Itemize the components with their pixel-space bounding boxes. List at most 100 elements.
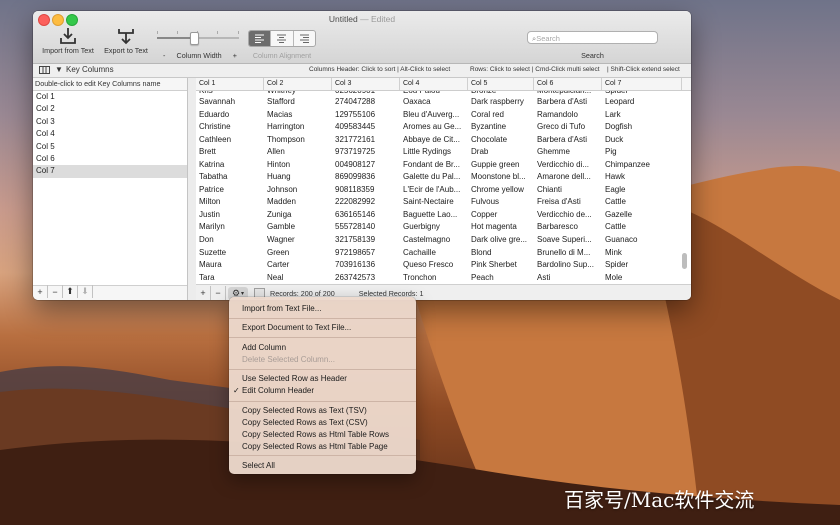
window-title-name: Untitled — [328, 14, 358, 24]
table-cell: Saint-Nectaire — [403, 197, 454, 207]
table-row[interactable]: Don Wagner 321758139 Castelmagno Dark olive … — [196, 234, 691, 247]
search-placeholder: Search — [536, 34, 560, 43]
key-column-item[interactable]: Col 3 — [33, 116, 187, 128]
column-width-label: Column Width — [176, 51, 222, 60]
column-width-minus[interactable]: - — [163, 51, 165, 60]
table-cell: 973719725 — [335, 147, 376, 157]
key-column-item[interactable]: Col 1 — [33, 91, 187, 103]
table-cell: 274047288 — [335, 97, 376, 106]
menu-item-use-header[interactable]: Use Selected Row as Header — [242, 374, 347, 383]
search-field[interactable]: ⌕Search — [527, 31, 658, 44]
table-cell: Little Rydings — [403, 147, 452, 157]
table-row[interactable]: Brett Allen 973719725 Little Rydings Drab Ghe… — [196, 146, 691, 159]
table-cell: Hinton — [267, 159, 291, 169]
move-down-arrow-icon[interactable]: ⬇ — [78, 285, 93, 298]
table-row[interactable]: Cathleen Thompson 321772161 Abbaye de Cit..… — [196, 134, 691, 147]
column-header[interactable]: Col 6 — [534, 78, 602, 90]
column-width-plus[interactable]: + — [233, 51, 237, 60]
vertical-scrollbar[interactable] — [682, 253, 687, 269]
column-header[interactable]: Col 7 — [602, 78, 682, 90]
menu-item-copy-html-page[interactable]: Copy Selected Rows as Html Table Page — [242, 442, 388, 451]
align-right-segment[interactable] — [294, 31, 315, 46]
column-header[interactable]: Col 2 — [264, 78, 332, 90]
menu-separator — [229, 337, 416, 338]
column-header[interactable]: Col 4 — [400, 78, 468, 90]
column-width-caption: - Column Width + — [163, 51, 237, 60]
table-cell: Neal — [267, 272, 284, 282]
export-to-text-button[interactable]: Export to Text — [99, 26, 153, 55]
table-row[interactable]: Tabatha Huang 869099836 Galette du Pal... Mo… — [196, 171, 691, 184]
table-row[interactable]: Savannah Stafford 274047288 Oaxaca Dark rasp… — [196, 96, 691, 109]
table-cell: Queso Fresco — [403, 260, 454, 270]
table-cell: Gazelle — [605, 209, 633, 219]
table-cell: Chimpanzee — [605, 159, 650, 169]
column-header[interactable]: Col 5 — [468, 78, 534, 90]
menu-item-copy-html-rows[interactable]: Copy Selected Rows as Html Table Rows — [242, 430, 389, 439]
table-row[interactable]: Eduardo Macias 129755106 Bleu d'Auverg... Co… — [196, 109, 691, 122]
table-row[interactable]: Maura Carter 703916136 Queso Fresco Pink She… — [196, 259, 691, 272]
menu-separator — [229, 455, 416, 456]
add-key-column-button[interactable]: + — [33, 285, 48, 298]
move-up-arrow-icon[interactable]: ⬆ — [63, 285, 78, 298]
add-record-button[interactable]: + — [196, 286, 211, 300]
table-row[interactable]: Justin Zuniga 636165146 Baguette Lao... Copp… — [196, 209, 691, 222]
remove-record-button[interactable]: − — [211, 286, 226, 300]
menu-item-export[interactable]: Export Document to Text File... — [242, 323, 351, 332]
columns-header-hint: Columns Header: Click to sort | Alt-Clic… — [309, 66, 451, 73]
remove-key-column-button[interactable]: − — [48, 285, 63, 298]
column-width-slider[interactable] — [157, 32, 239, 45]
table-row[interactable]: Suzette Green 972198657 Cachaille Blond Brune… — [196, 247, 691, 260]
table-cell: Chrome yellow — [471, 184, 524, 194]
table-cell: Barbera d'Asti — [537, 97, 587, 106]
table-row[interactable]: Marilyn Gamble 555728140 Guerbigny Hot magen… — [196, 221, 691, 234]
key-columns-list: Col 1 Col 2 Col 3 Col 4 Col 5 Col 6 Col 7 — [33, 90, 187, 286]
table-cell: Byzantine — [471, 122, 507, 132]
key-column-item[interactable]: Col 7 — [33, 165, 187, 178]
key-column-item[interactable]: Col 2 — [33, 103, 187, 115]
menu-item-select-all[interactable]: Select All — [242, 461, 275, 470]
table-cell: Guerbigny — [403, 222, 440, 232]
table-row[interactable]: Christine Harrington 409583445 Aromes au Ge… — [196, 121, 691, 134]
table-cell: 636165146 — [335, 209, 376, 219]
table-cell: Johnson — [267, 184, 298, 194]
column-width-slider-fill — [157, 37, 194, 39]
columns-view-icon[interactable] — [39, 66, 50, 74]
key-column-item[interactable]: Col 4 — [33, 128, 187, 140]
align-right-icon — [299, 34, 309, 43]
import-from-text-button[interactable]: Import from Text — [37, 26, 99, 55]
column-header[interactable]: Col 1 — [196, 78, 264, 90]
table-cell: Brunello di M... — [537, 247, 591, 257]
table-row[interactable]: Patrice Johnson 908118359 L'Ecir de l'Aub..… — [196, 184, 691, 197]
table-cell: Hawk — [605, 172, 626, 182]
menu-item-copy-tsv[interactable]: Copy Selected Rows as Text (TSV) — [242, 406, 367, 415]
toolbar: Untitled — Edited Import from Text Expor… — [33, 11, 691, 64]
align-left-segment[interactable] — [249, 31, 272, 46]
disclosure-triangle-icon[interactable]: ▼ — [55, 65, 63, 74]
table-cell: Eduardo — [199, 109, 230, 119]
menu-item-import[interactable]: Import from Text File... — [242, 304, 321, 313]
table-cell: Tabatha — [199, 172, 228, 182]
table-cell: Mole — [605, 272, 623, 282]
table-row[interactable]: Tara Neal 263742573 Tronchon Peach Asti Mole — [196, 272, 691, 284]
key-column-item[interactable]: Col 6 — [33, 153, 187, 165]
column-width-slider-knob[interactable] — [189, 32, 199, 45]
table-cell: Tara — [199, 272, 215, 282]
table-cell: Guanaco — [605, 235, 638, 245]
table-cell: 908118359 — [335, 184, 375, 194]
column-alignment-control[interactable] — [248, 30, 316, 47]
column-header[interactable]: Col 3 — [332, 78, 400, 90]
table-cell: Barbaresco — [537, 222, 578, 232]
key-column-item[interactable]: Col 5 — [33, 141, 187, 153]
menu-item-edit-header[interactable]: ✓ Edit Column Header — [233, 386, 314, 395]
align-center-segment[interactable] — [271, 31, 294, 46]
menu-item-copy-csv[interactable]: Copy Selected Rows as Text (CSV) — [242, 418, 368, 427]
table-cell: Verdicchio di... — [537, 159, 590, 169]
menu-item-add-column[interactable]: Add Column — [242, 343, 286, 352]
export-icon — [118, 29, 134, 45]
table-body: KrisWhitney025620901Eou PalouBronzeMonte… — [196, 91, 691, 284]
table-cell: Leopard — [605, 97, 635, 106]
table-cell: Eagle — [605, 184, 626, 194]
table-row[interactable]: Katrina Hinton 004908127 Fondant de Br... Gu… — [196, 159, 691, 172]
table-cell: Cachaille — [403, 247, 436, 257]
table-row[interactable]: Milton Madden 222082992 Saint-Nectaire Fulvo… — [196, 196, 691, 209]
